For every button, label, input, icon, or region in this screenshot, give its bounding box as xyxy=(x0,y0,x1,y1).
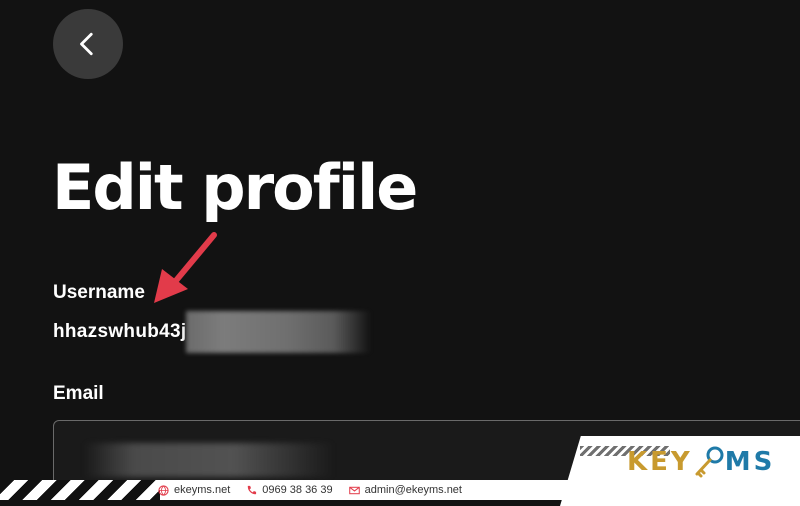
phone-icon xyxy=(248,485,257,494)
redacted-blur xyxy=(84,443,334,477)
logo-text-right: MS xyxy=(724,447,776,477)
watermark-stripes xyxy=(0,480,160,500)
website-text: ekeyms.net xyxy=(174,484,231,496)
phone-text: 0969 38 36 39 xyxy=(262,484,333,496)
watermark-contacts: ekeyms.net 0969 38 36 39 admin@ekeyms.ne… xyxy=(158,480,462,500)
username-field: hhazswhub43j xyxy=(53,311,372,353)
page-title: Edit profile xyxy=(52,151,418,224)
watermark-website: ekeyms.net xyxy=(158,484,230,496)
username-label: Username xyxy=(53,282,145,303)
email-text: admin@ekeyms.net xyxy=(364,484,462,496)
email-label: Email xyxy=(53,383,104,404)
watermark-email: admin@ekeyms.net xyxy=(348,484,462,496)
logo-text-left: KEY xyxy=(627,447,693,477)
mail-icon xyxy=(348,486,360,494)
globe-icon xyxy=(158,484,169,496)
back-button[interactable] xyxy=(53,9,123,79)
chevron-left-icon xyxy=(80,32,93,56)
username-value: hhazswhub43j xyxy=(53,321,187,342)
annotation-arrow-icon xyxy=(154,232,217,303)
key-icon xyxy=(695,446,724,478)
watermark-phone: 0969 38 36 39 xyxy=(246,484,333,496)
watermark-logo: KEY MS xyxy=(627,444,775,480)
redacted-blur xyxy=(186,311,372,353)
